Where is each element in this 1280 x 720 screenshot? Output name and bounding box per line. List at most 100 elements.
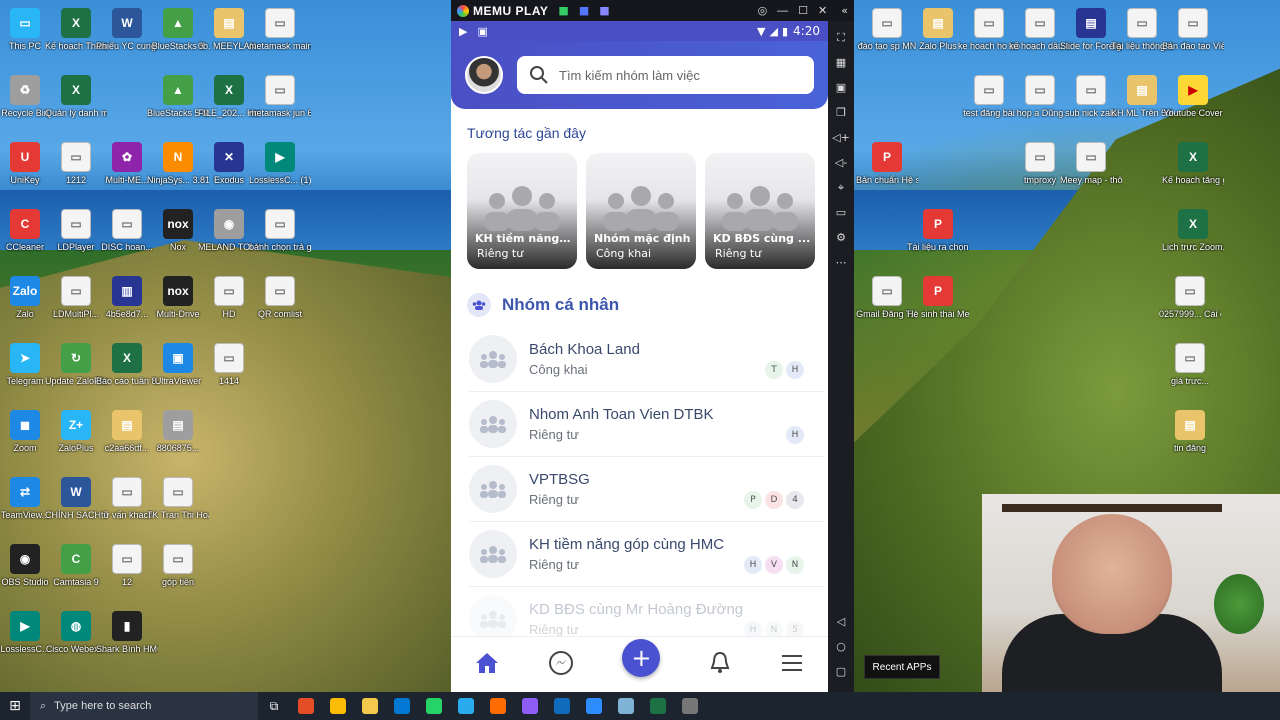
multi-window-icon[interactable]: ❐	[836, 100, 846, 125]
recent-group-card[interactable]: KH tiềm năng ... Riêng tư	[467, 153, 577, 269]
desktop-icon-label: 0257999... Cái đất...	[1159, 309, 1221, 319]
taskbar-app-icon[interactable]	[354, 692, 386, 720]
desktop-icon[interactable]: ▤ 8806875...	[147, 410, 209, 454]
desktop-icon[interactable]: ▭ bánh chọn trả góp	[249, 209, 311, 253]
group-visibility: Riêng tư	[529, 622, 579, 637]
add-group-button[interactable]: +	[622, 638, 661, 677]
task-view-icon[interactable]: ⧉	[258, 692, 290, 720]
desktop-icon[interactable]: ▭ góp tiền	[147, 544, 209, 588]
minimize-icon[interactable]: ―	[777, 4, 788, 17]
file-icon: ↻	[61, 343, 91, 373]
file-icon: ▭	[1175, 343, 1205, 373]
group-text: VPTBSG Riêng tư	[529, 471, 590, 507]
desktop-icon[interactable]: ▭ metamask jun 6-...	[249, 75, 311, 119]
desktop-icon[interactable]: ▭ Bản đào tạo Viên...	[1162, 8, 1224, 52]
desktop-icon[interactable]: P Tài liệu ra chọn Me...	[907, 209, 969, 253]
bell-icon[interactable]	[709, 651, 731, 679]
taskbar-app-icon[interactable]	[418, 692, 450, 720]
desktop-icon[interactable]: ▮ Shark Bình HMC	[96, 611, 158, 655]
windows-taskbar: ⊞ ⌕ Type here to search ⧉	[0, 692, 1280, 720]
file-icon: ▭	[163, 477, 193, 507]
windows-start-icon[interactable]: ⊞	[0, 692, 30, 720]
desktop-icon[interactable]: ▶ LosslessC... (1).exe - S...	[249, 142, 311, 186]
taskbar-app-icon[interactable]	[642, 692, 674, 720]
group-avatar-icon	[469, 335, 517, 383]
file-icon: X	[61, 75, 91, 105]
recent-card-visibility: Riêng tư	[715, 247, 762, 260]
taskbar-search[interactable]: ⌕ Type here to search	[30, 692, 258, 720]
app-shortcut-icon[interactable]: ■	[558, 4, 568, 17]
home-circle-icon[interactable]: ○	[836, 634, 846, 659]
taskbar-app-icon[interactable]	[578, 692, 610, 720]
desktop-icon[interactable]: ▶ Youtube Cover	[1162, 75, 1224, 119]
group-list-item[interactable]: Bách Khoa Land Công khai T H	[469, 327, 824, 392]
location-icon[interactable]: ⌖	[838, 175, 844, 200]
taskbar-app-icon[interactable]	[450, 692, 482, 720]
volume-down-icon[interactable]: ◁-	[835, 150, 847, 175]
desktop-icon[interactable]: X Kế hoạch tăng gi...	[1162, 142, 1224, 186]
desktop-icon-label: 8806875...	[156, 443, 200, 453]
back-icon[interactable]: ◁	[837, 609, 845, 634]
file-icon: nox	[163, 209, 193, 239]
taskbar-app-icon[interactable]	[482, 692, 514, 720]
member-badge: N	[786, 556, 804, 574]
desktop-icon-label: LosslessC... (1).exe - S...	[249, 175, 311, 185]
desktop-icon[interactable]: P Hệ sinh thái Mee...	[907, 276, 969, 320]
messenger-icon[interactable]	[548, 650, 574, 680]
settings-icon[interactable]: ⚙	[836, 225, 846, 250]
file-icon: ▤	[163, 410, 193, 440]
file-icon: ▭	[112, 544, 142, 574]
folder-icon[interactable]: ▭	[836, 200, 846, 225]
taskbar-apps	[290, 692, 706, 720]
desktop-icon[interactable]: ▭ metamask main wall...	[249, 8, 311, 52]
recent-group-card[interactable]: Nhóm mặc định Công khai	[586, 153, 696, 269]
group-list-item[interactable]: VPTBSG Riêng tư P D 4	[469, 457, 824, 522]
desktop-icon[interactable]: ▭ giá trực...	[1159, 343, 1221, 387]
desktop-icon[interactable]: ▭ TK Tran Thi Hoa VIL...	[147, 477, 209, 521]
taskbar-app-icon[interactable]	[674, 692, 706, 720]
taskbar-app-icon[interactable]	[322, 692, 354, 720]
recent-card-title: KH tiềm năng ...	[475, 232, 573, 245]
group-list-item[interactable]: KH tiềm năng góp cùng HMC Riêng tư H V N	[469, 522, 824, 587]
keyboard-icon[interactable]: ▦	[836, 50, 846, 75]
desktop-icon[interactable]: ▭ 1414	[198, 343, 260, 387]
taskbar-app-icon[interactable]	[546, 692, 578, 720]
search-bar[interactable]: Tìm kiếm nhóm làm việc	[517, 56, 814, 94]
file-icon: ➤	[10, 343, 40, 373]
desktop-icon[interactable]: ▤ tin đăng	[1159, 410, 1221, 454]
app-shortcut-icon[interactable]: ■	[579, 4, 589, 17]
menu-icon[interactable]	[780, 653, 804, 677]
desktop-icon-label: Quản lý danh m...	[45, 108, 107, 118]
desktop-icon[interactable]: ▭ 0257999... Cái đất...	[1159, 276, 1221, 320]
user-avatar[interactable]	[465, 56, 503, 94]
desktop-icon[interactable]: X Lịch trực Zoom...	[1162, 209, 1224, 253]
more-icon[interactable]: ⋯	[836, 250, 847, 275]
apk-icon[interactable]: ▣	[836, 75, 846, 100]
desktop-icon-label: Bản chuẩn Hệ sinh t...	[856, 175, 918, 185]
desktop-icon[interactable]: ▭ Meey map - thông ...	[1060, 142, 1122, 186]
desktop-icon[interactable]: ▭ QR comlist	[249, 276, 311, 320]
volume-up-icon[interactable]: ◁+	[832, 125, 850, 150]
group-list-item[interactable]: Nhom Anh Toan Vien DTBK Riêng tư H	[469, 392, 824, 457]
desktop-icon[interactable]: X Quản lý danh m...	[45, 75, 107, 119]
app-shortcut-icon[interactable]: ■	[599, 4, 609, 17]
home-icon[interactable]	[475, 652, 499, 678]
taskbar-app-icon[interactable]	[290, 692, 322, 720]
recent-group-card[interactable]: KD BĐS cùng ... Riêng tư	[705, 153, 815, 269]
maximize-icon[interactable]: ☐	[798, 4, 808, 17]
close-icon[interactable]: ✕	[818, 4, 827, 17]
desktop-icon[interactable]: P Bản chuẩn Hệ sinh t...	[856, 142, 918, 186]
taskbar-app-icon[interactable]	[610, 692, 642, 720]
file-icon: ▭	[1127, 8, 1157, 38]
desktop-icon-label: metamask jun 6-...	[249, 108, 311, 118]
fullscreen-icon[interactable]: ⛶	[837, 25, 845, 50]
account-icon[interactable]: ◎	[758, 4, 768, 17]
taskbar-app-icon[interactable]	[386, 692, 418, 720]
group-name: Bách Khoa Land	[529, 341, 640, 358]
group-avatar-icon	[469, 400, 517, 448]
taskbar-app-icon[interactable]	[514, 692, 546, 720]
collapse-sidebar-icon[interactable]: «	[841, 4, 848, 17]
wifi-icon: ▼	[757, 24, 766, 38]
desktop-icon-label: Meey map - thông ...	[1060, 175, 1122, 185]
recent-apps-icon[interactable]: ▢	[836, 659, 846, 684]
